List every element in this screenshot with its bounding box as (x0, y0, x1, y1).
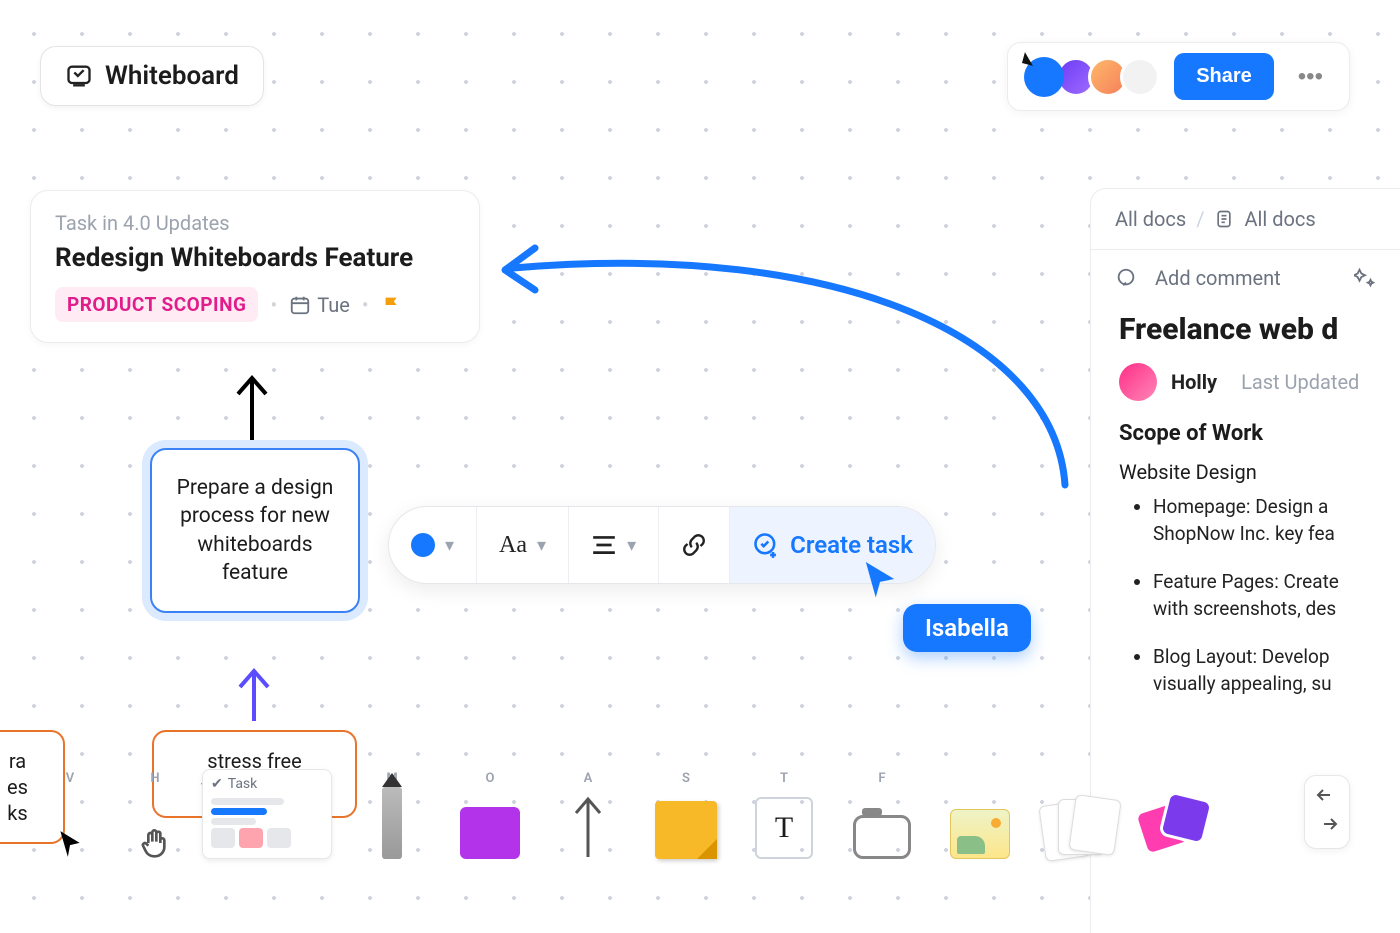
color-swatch-icon (411, 533, 435, 557)
frame-icon (853, 815, 911, 859)
shape-tool[interactable]: O (442, 763, 538, 859)
undo-icon (1315, 786, 1339, 806)
presence-cursor-avatar[interactable] (1024, 57, 1064, 97)
link-button[interactable] (659, 507, 730, 583)
redo-icon (1315, 815, 1339, 835)
connector-icon (568, 793, 608, 859)
calendar-icon (289, 294, 311, 316)
author-avatar[interactable] (1119, 363, 1157, 401)
tool-dock: V H ✔Task M O A S T T F (0, 763, 1400, 933)
remote-cursor-icon (863, 559, 897, 603)
document-subheading: Website Design (1119, 460, 1376, 484)
shape-icon (460, 807, 520, 859)
list-item: Blog Layout: Developvisually appealing, … (1153, 644, 1376, 697)
connector-arrow[interactable] (234, 665, 274, 727)
whiteboard-title-chip[interactable]: Whiteboard (40, 46, 264, 106)
pen-tool[interactable]: M (344, 763, 440, 859)
document-bullet-list: Homepage: Design aShopNow Inc. key fea F… (1119, 494, 1376, 698)
add-comment-button[interactable]: Add comment (1155, 266, 1281, 290)
pointer-icon (57, 829, 83, 859)
task-title: Redesign Whiteboards Feature (55, 243, 455, 273)
document-heading: Scope of Work (1119, 421, 1376, 446)
pencil-icon (382, 787, 402, 859)
connector-arrow[interactable] (232, 372, 272, 446)
connector-tool[interactable]: A (540, 763, 636, 859)
document-title[interactable]: Freelance web d (1119, 312, 1376, 347)
align-center-icon (591, 534, 617, 556)
ai-sparkle-icon[interactable] (1354, 267, 1376, 289)
breadcrumb-link[interactable]: All docs (1115, 207, 1186, 231)
avatar[interactable] (1120, 57, 1160, 97)
undo-redo-panel (1304, 775, 1350, 849)
list-item: Feature Pages: Createwith screenshots, d… (1153, 569, 1376, 622)
image-tool[interactable] (932, 763, 1028, 859)
hand-tool[interactable]: H (120, 763, 190, 859)
undo-button[interactable] (1315, 786, 1339, 809)
redo-button[interactable] (1315, 815, 1339, 838)
separator: / (1196, 207, 1204, 231)
task-tool[interactable]: ✔Task (192, 763, 342, 859)
list-item: Homepage: Design aShopNow Inc. key fea (1153, 494, 1376, 547)
share-button[interactable]: Share (1174, 53, 1274, 100)
task-breadcrumb: Task in 4.0 Updates (55, 211, 455, 235)
task-tag[interactable]: PRODUCT SCOPING (55, 287, 258, 322)
collaborators-bar: Share ••• (1007, 42, 1350, 111)
comment-icon (1115, 267, 1137, 289)
sticky-note[interactable]: Prepare a design process for new whitebo… (150, 448, 360, 613)
alignment-button[interactable]: ▾ (569, 507, 659, 583)
card-stack-icon (1042, 797, 1114, 859)
task-due-label: Tue (317, 293, 350, 317)
chevron-down-icon: ▾ (537, 535, 546, 556)
author-name: Holly (1171, 370, 1217, 394)
whiteboard-title: Whiteboard (105, 61, 239, 91)
text-icon: T (755, 797, 813, 859)
separator-dot: • (270, 293, 277, 317)
card-stack-tool[interactable] (1030, 763, 1126, 859)
selection-toolbar: ▾ Aa ▾ ▾ Create task (388, 506, 936, 584)
task-due-date[interactable]: Tue (289, 293, 350, 317)
task-meta: PRODUCT SCOPING • Tue • (55, 287, 455, 322)
sticky-note-tool[interactable]: S (638, 763, 734, 859)
chevron-down-icon: ▾ (445, 535, 454, 556)
link-icon (681, 532, 707, 558)
connector-arrow-curved[interactable] (495, 230, 1075, 514)
document-breadcrumbs: All docs / All docs (1091, 189, 1400, 250)
color-picker-button[interactable]: ▾ (389, 507, 477, 583)
create-task-icon (752, 531, 780, 559)
image-icon (950, 809, 1010, 859)
pointer-tool[interactable]: V (22, 763, 118, 859)
task-card[interactable]: Task in 4.0 Updates Redesign Whiteboards… (30, 190, 480, 343)
separator-dot: • (362, 293, 369, 317)
remote-cursor-label: Isabella (903, 604, 1031, 652)
stamps-tool[interactable] (1128, 763, 1224, 859)
hand-icon (139, 827, 171, 859)
frame-tool[interactable]: F (834, 763, 930, 859)
more-options-button[interactable]: ••• (1288, 57, 1333, 97)
text-tool[interactable]: T T (736, 763, 832, 859)
chevron-down-icon: ▾ (627, 535, 636, 556)
breadcrumb-link[interactable]: All docs (1244, 207, 1315, 231)
text-style-icon: Aa (499, 532, 527, 559)
sticky-note-icon (655, 801, 717, 859)
last-updated-label: Last Updated (1241, 370, 1359, 394)
create-task-label: Create task (790, 531, 913, 559)
stamps-icon (1139, 793, 1213, 859)
task-tool-preview: ✔Task (202, 769, 332, 859)
text-style-button[interactable]: Aa ▾ (477, 507, 569, 583)
document-icon (1214, 209, 1234, 229)
document-author-row: Holly Last Updated (1119, 363, 1376, 401)
create-task-button[interactable]: Create task (730, 507, 935, 583)
presence-avatars (1024, 57, 1160, 97)
check-circle-icon: ✔ (211, 776, 223, 792)
whiteboard-icon (65, 62, 93, 90)
flag-icon[interactable] (381, 294, 403, 316)
sticky-note-text: Prepare a design process for new whitebo… (177, 476, 334, 585)
